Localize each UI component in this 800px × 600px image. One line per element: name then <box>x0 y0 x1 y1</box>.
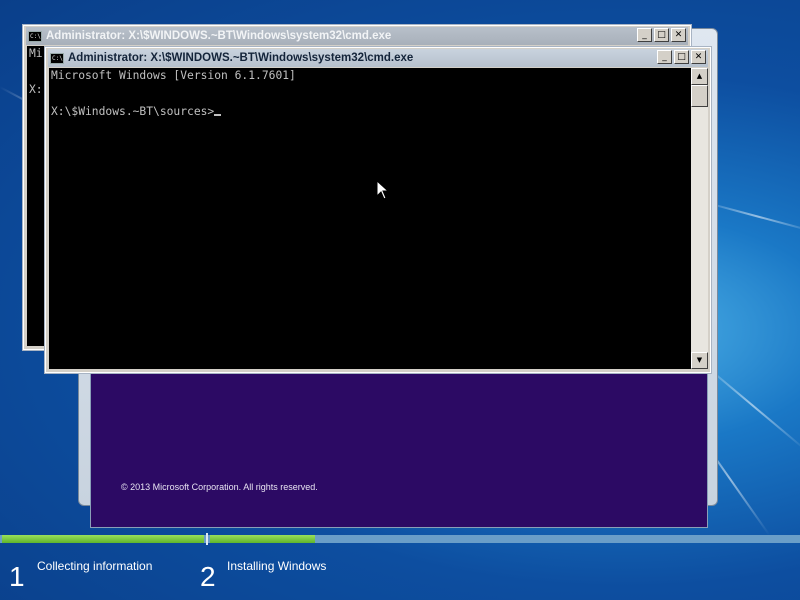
cmd-app-icon[interactable]: C:\ <box>50 52 64 64</box>
step-number: 2 <box>200 561 216 592</box>
step-number: 1 <box>9 561 25 592</box>
step-label: Installing Windows <box>227 559 327 573</box>
progress-fill-step1 <box>2 535 204 543</box>
console-line: Mi <box>29 47 43 60</box>
window-title: Administrator: X:\$WINDOWS.~BT\Windows\s… <box>46 30 392 42</box>
text-cursor <box>214 114 222 116</box>
minimize-button[interactable]: _ <box>637 28 652 42</box>
cmd-window-active[interactable]: C:\ Administrator: X:\$WINDOWS.~BT\Windo… <box>44 46 712 374</box>
scrollbar-thumb[interactable] <box>691 85 708 107</box>
step-label: Collecting information <box>37 559 153 573</box>
title-bar[interactable]: C:\ Administrator: X:\$WINDOWS.~BT\Windo… <box>48 49 708 67</box>
title-bar[interactable]: C:\ Administrator: X:\$WINDOWS.~BT\Windo… <box>26 27 688 45</box>
window-title: Administrator: X:\$WINDOWS.~BT\Windows\s… <box>68 52 414 64</box>
close-button[interactable]: ✕ <box>691 50 706 64</box>
copyright-text: © 2013 Microsoft Corporation. All rights… <box>121 482 318 492</box>
window-controls: _ □ ✕ <box>637 28 686 42</box>
maximize-button[interactable]: □ <box>654 28 669 42</box>
cmd-app-icon[interactable]: C:\ <box>28 30 42 42</box>
progress-fill-step2 <box>210 535 315 543</box>
console-line: Microsoft Windows [Version 6.1.7601] <box>51 69 296 82</box>
close-button[interactable]: ✕ <box>671 28 686 42</box>
setup-window-content: © 2013 Microsoft Corporation. All rights… <box>90 370 708 528</box>
scroll-down-button[interactable]: ▼ <box>691 352 708 369</box>
console-line: X: <box>29 83 43 96</box>
command-prompt-line: X:\$Windows.~BT\sources> <box>51 105 222 118</box>
mouse-pointer-icon <box>377 181 389 200</box>
vertical-scrollbar[interactable]: ▲ ▼ <box>691 68 708 369</box>
prompt-text: X:\$Windows.~BT\sources> <box>51 105 215 118</box>
progress-track <box>0 533 800 545</box>
scroll-up-button[interactable]: ▲ <box>691 68 708 85</box>
progress-divider <box>206 533 208 545</box>
minimize-button[interactable]: _ <box>657 50 672 64</box>
window-controls: _ □ ✕ <box>657 50 706 64</box>
setup-progress-area: 1 Collecting information 2 Installing Wi… <box>0 531 800 600</box>
maximize-button[interactable]: □ <box>674 50 689 64</box>
console-output[interactable]: Microsoft Windows [Version 6.1.7601] X:\… <box>49 68 691 369</box>
